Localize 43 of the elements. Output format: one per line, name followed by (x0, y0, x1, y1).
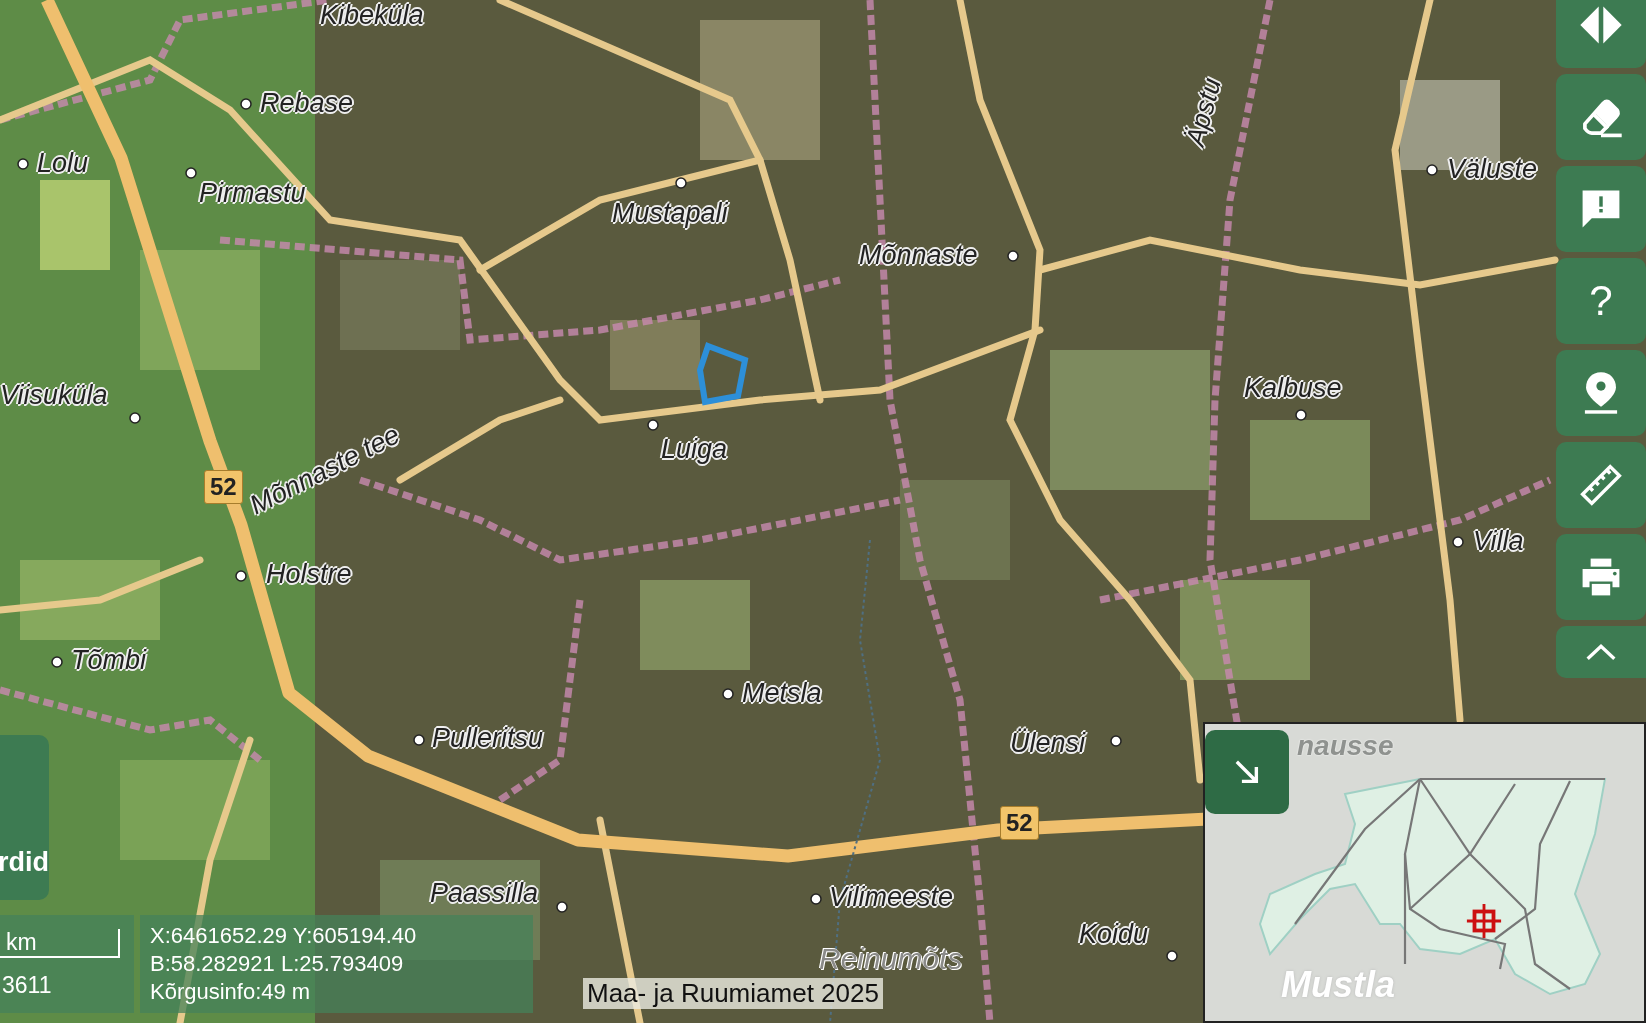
scale-ratio: 3611 (1, 972, 53, 999)
place-label: Lolu (37, 148, 89, 179)
place-label: Metsla (742, 678, 822, 709)
place-label: Holstre (266, 559, 352, 590)
feedback-button[interactable] (1556, 166, 1646, 252)
coordinate-text: X:6461652.29 Y:605194.40 (150, 922, 418, 950)
place-label: Mõnnaste (859, 240, 978, 271)
minimize-overview-button[interactable] (1205, 730, 1289, 814)
road-number-sign: 52 (204, 470, 243, 504)
place-label: Villa (1473, 526, 1524, 557)
place-label: Koidu (1079, 919, 1149, 950)
coordinate-text: Kõrgusinfo:49 m (150, 978, 312, 1006)
place-label: Tõmbi (71, 645, 146, 676)
collapse-button[interactable] (1556, 626, 1646, 678)
road-number-sign: 52 (1000, 806, 1039, 840)
attribution-text: Maa- ja Ruumiamet 2025 (583, 978, 883, 1009)
place-label: Reinumõts (819, 942, 963, 976)
place-label: Äpstu (1180, 74, 1228, 150)
coordinate-text: B:58.282921 L:25.793409 (150, 950, 405, 978)
place-label: Kalbuse (1244, 373, 1342, 404)
place-label: Vilimeeste (829, 882, 954, 913)
eraser-button[interactable] (1556, 74, 1646, 160)
print-button[interactable] (1556, 534, 1646, 620)
place-label: Pirmastu (199, 178, 306, 209)
side-panel-button[interactable]: rdid (0, 735, 49, 900)
place-label: Kibeküla (320, 0, 424, 31)
place-label: Rebase (260, 88, 354, 119)
location-button[interactable] (1556, 350, 1646, 436)
place-label: Väluste (1447, 154, 1538, 185)
split-view-button[interactable] (1556, 0, 1646, 68)
place-label: Mustapali (612, 198, 728, 229)
scale-bar: km (0, 929, 120, 958)
place-label: Luiga (661, 434, 728, 465)
ruler-icon (1578, 462, 1624, 508)
place-label: Pulleritsu (432, 723, 544, 754)
help-button[interactable]: ? (1556, 258, 1646, 344)
place-label: Paassilla (430, 878, 539, 909)
place-label: nausse (1297, 730, 1394, 762)
measure-button[interactable] (1556, 442, 1646, 528)
chevron-up-icon (1584, 642, 1618, 662)
location-target-icon (1465, 902, 1503, 940)
place-label: Ülensi (1010, 728, 1086, 759)
place-label: Viisuküla (0, 380, 108, 411)
